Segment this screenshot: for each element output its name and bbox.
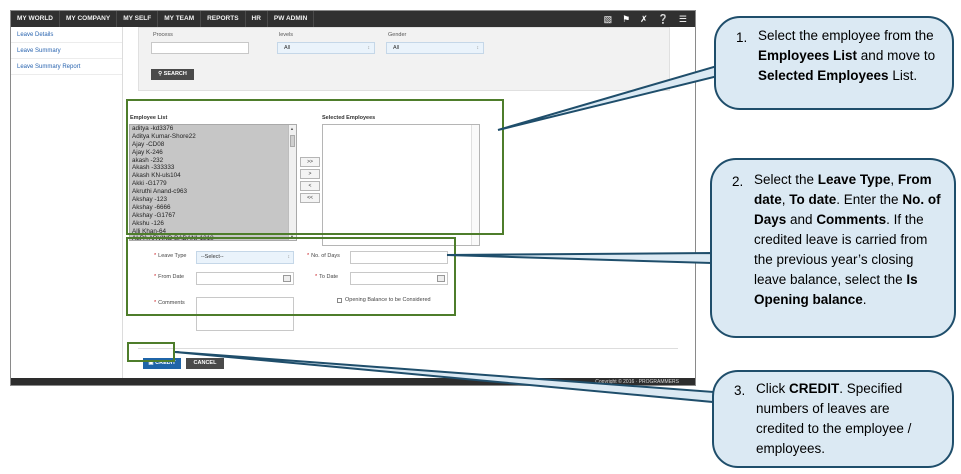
connector-1	[497, 64, 720, 131]
callout-1-text: Select the employee from the Employees L…	[758, 28, 936, 83]
connector-3	[174, 351, 716, 404]
callout-2-text: Select the Leave Type, From date, To dat…	[754, 172, 941, 307]
callout-step-3: 3. Click CREDIT. Specified numbers of le…	[712, 370, 954, 468]
callout-step-2: 2. Select the Leave Type, From date, To …	[710, 158, 956, 338]
callout-1-number: 1.	[736, 30, 748, 45]
connector-2	[446, 251, 714, 265]
callout-3-number: 3.	[734, 383, 746, 398]
callout-2-number: 2.	[732, 174, 744, 189]
callout-3-text: Click CREDIT. Specified numbers of leave…	[756, 381, 912, 456]
callout-step-1: 1. Select the employee from the Employee…	[714, 16, 954, 110]
